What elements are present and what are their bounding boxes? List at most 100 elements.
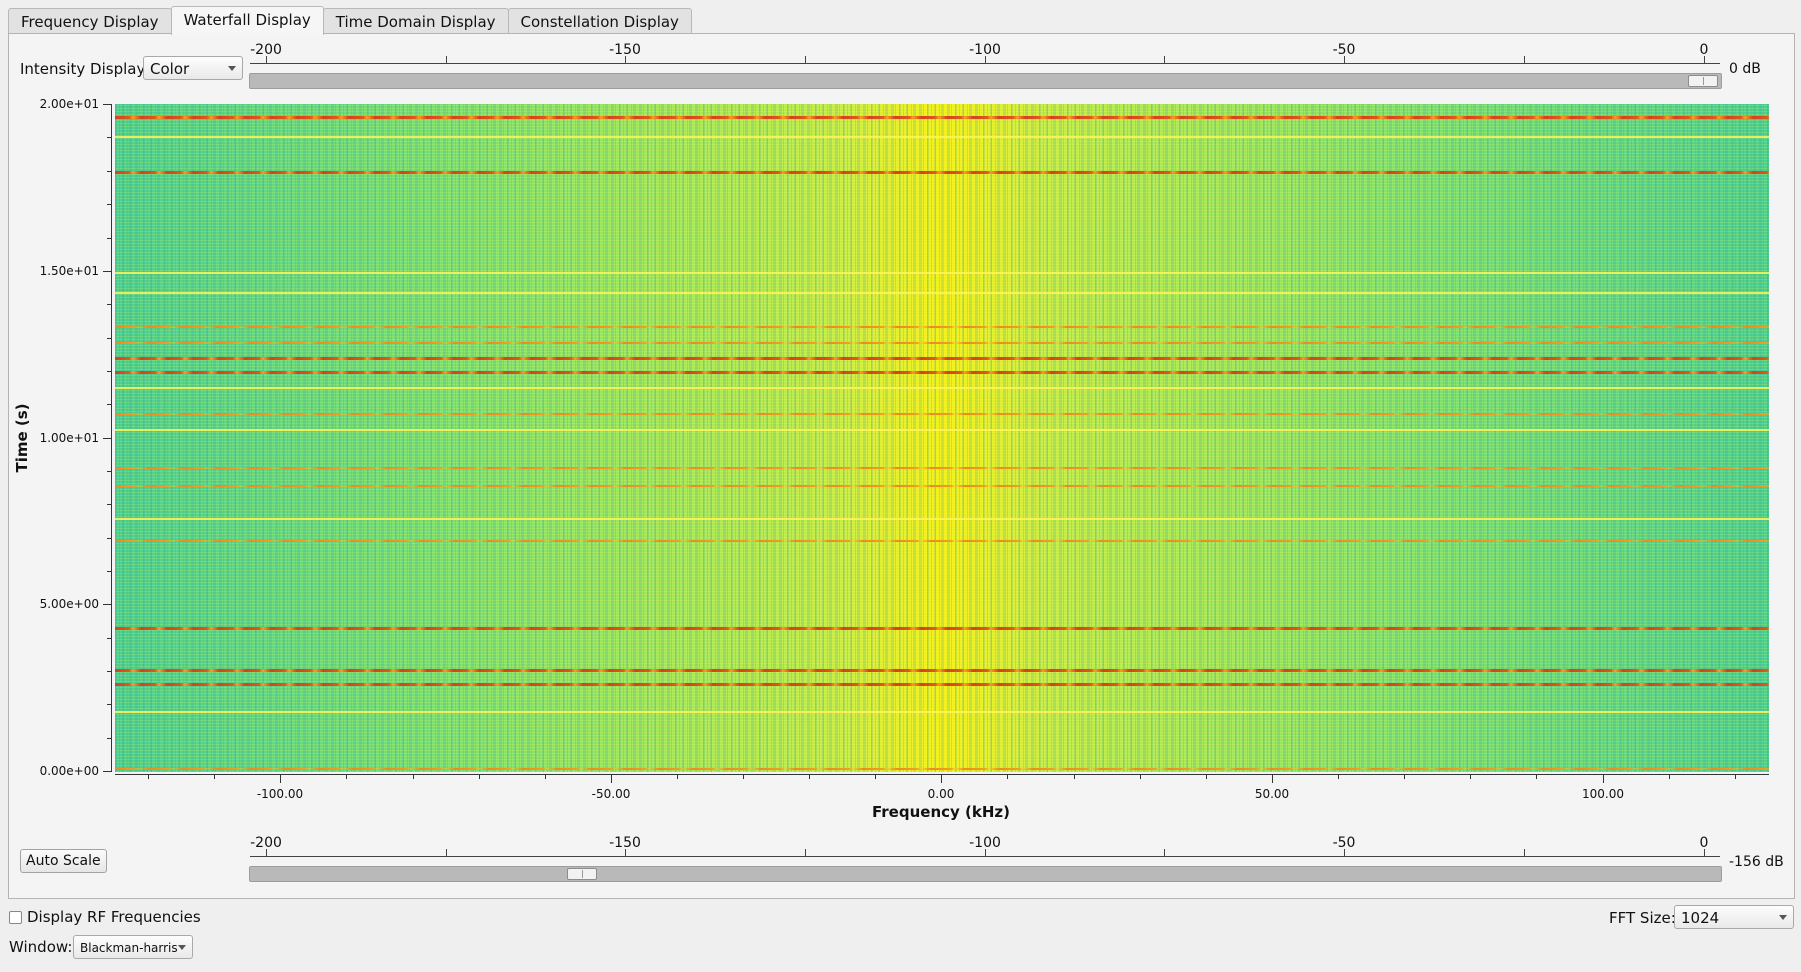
time-tick-label: 1.50e+01 — [39, 264, 99, 278]
signal-burst — [115, 518, 1769, 520]
fft-size-value: 1024 — [1681, 909, 1720, 927]
slider-handle[interactable] — [1688, 75, 1718, 87]
axis-minor-tick — [107, 638, 112, 639]
frequency-axis-title: Frequency (kHz) — [872, 803, 1010, 821]
signal-burst — [115, 711, 1769, 713]
axis-tick — [1603, 774, 1604, 783]
axis-minor-tick — [107, 538, 112, 539]
scale-tick — [625, 849, 626, 857]
window-value: Blackman-harris — [80, 941, 178, 955]
intensity-display-label: Intensity Display: — [20, 60, 150, 78]
fft-size-select[interactable]: 1024 — [1674, 905, 1794, 929]
axis-tick — [103, 104, 112, 105]
time-axis-title: Time (s) — [13, 403, 31, 473]
axis-minor-tick — [1206, 774, 1207, 779]
scale-tick — [625, 56, 626, 64]
axis-minor-tick — [107, 338, 112, 339]
slider-handle[interactable] — [567, 868, 597, 880]
signal-burst — [115, 429, 1769, 431]
scale-tick — [1704, 849, 1705, 857]
tab-time-domain-display[interactable]: Time Domain Display — [322, 8, 509, 35]
axis-minor-tick — [1735, 774, 1736, 779]
axis-minor-tick — [346, 774, 347, 779]
tab-frequency-display[interactable]: Frequency Display — [8, 8, 172, 35]
scale-tick — [1524, 56, 1525, 64]
window-label: Window: — [9, 938, 73, 956]
auto-scale-button[interactable]: Auto Scale — [20, 849, 107, 873]
scale-tick — [266, 849, 267, 857]
max-intensity-slider[interactable] — [249, 73, 1722, 89]
chevron-down-icon — [178, 945, 186, 950]
chevron-down-icon — [1779, 915, 1787, 920]
signal-burst — [115, 136, 1769, 138]
axis-tick — [1272, 774, 1273, 783]
scale-tick — [1704, 56, 1705, 64]
scale-tick — [446, 849, 447, 857]
chevron-down-icon — [228, 66, 236, 71]
axis-minor-tick — [479, 774, 480, 779]
signal-burst — [115, 326, 1769, 328]
signal-burst — [115, 627, 1769, 630]
axis-tick — [103, 438, 112, 439]
axis-minor-tick — [1669, 774, 1670, 779]
fft-size-label: FFT Size: — [1609, 909, 1676, 927]
frequency-tick-label: 100.00 — [1582, 787, 1624, 801]
axis-minor-tick — [1470, 774, 1471, 779]
axis-tick — [103, 771, 112, 772]
axis-minor-tick — [1536, 774, 1537, 779]
scale-tick — [266, 56, 267, 64]
time-tick-label: 0.00e+00 — [39, 764, 99, 778]
axis-tick — [103, 604, 112, 605]
frequency-tick-label: -50.00 — [591, 787, 631, 801]
axis-line — [115, 774, 1769, 775]
scale-tick — [985, 849, 986, 857]
scale-tick — [1344, 56, 1345, 64]
top-intensity-scale: -200 -150 -100 -50 0 — [250, 42, 1720, 64]
scale-tick — [1524, 849, 1525, 857]
window-select[interactable]: Blackman-harris — [73, 935, 193, 959]
axis-minor-tick — [743, 774, 744, 779]
signal-burst — [115, 540, 1769, 542]
axis-minor-tick — [1007, 774, 1008, 779]
bottom-intensity-scale: -200 -150 -100 -50 0 — [250, 835, 1720, 857]
axis-minor-tick — [1074, 774, 1075, 779]
scale-tick — [1344, 849, 1345, 857]
axis-minor-tick — [107, 471, 112, 472]
signal-burst — [115, 371, 1769, 374]
display-rf-frequencies-label: Display RF Frequencies — [27, 908, 201, 926]
signal-burst — [115, 413, 1769, 415]
waterfall-plot[interactable] — [115, 104, 1769, 772]
signal-burst — [115, 292, 1769, 294]
axis-minor-tick — [1140, 774, 1141, 779]
signal-burst — [115, 357, 1769, 360]
axis-minor-tick — [214, 774, 215, 779]
scale-tick — [805, 56, 806, 64]
axis-minor-tick — [677, 774, 678, 779]
axis-minor-tick — [545, 774, 546, 779]
tab-constellation-display[interactable]: Constellation Display — [507, 8, 692, 35]
axis-minor-tick — [107, 171, 112, 172]
scale-tick — [1164, 849, 1165, 857]
axis-minor-tick — [107, 404, 112, 405]
axis-minor-tick — [107, 238, 112, 239]
min-intensity-slider[interactable] — [249, 866, 1722, 882]
intensity-display-value: Color — [150, 60, 190, 78]
axis-minor-tick — [107, 504, 112, 505]
signal-burst — [115, 342, 1769, 344]
scale-tick — [985, 56, 986, 64]
scale-tick — [446, 56, 447, 64]
display-rf-frequencies-checkbox[interactable] — [9, 911, 22, 924]
axis-minor-tick — [107, 371, 112, 372]
axis-minor-tick — [107, 571, 112, 572]
signal-burst — [115, 485, 1769, 487]
intensity-display-select[interactable]: Color — [143, 56, 243, 80]
axis-minor-tick — [809, 774, 810, 779]
axis-minor-tick — [107, 704, 112, 705]
scale-tick — [805, 849, 806, 857]
signal-burst — [115, 768, 1769, 770]
signal-burst — [115, 387, 1769, 389]
tab-waterfall-display[interactable]: Waterfall Display — [170, 6, 324, 35]
scale-tick — [1164, 56, 1165, 64]
max-intensity-db-label: 0 dB — [1729, 61, 1761, 77]
time-tick-label: 2.00e+01 — [39, 97, 99, 111]
